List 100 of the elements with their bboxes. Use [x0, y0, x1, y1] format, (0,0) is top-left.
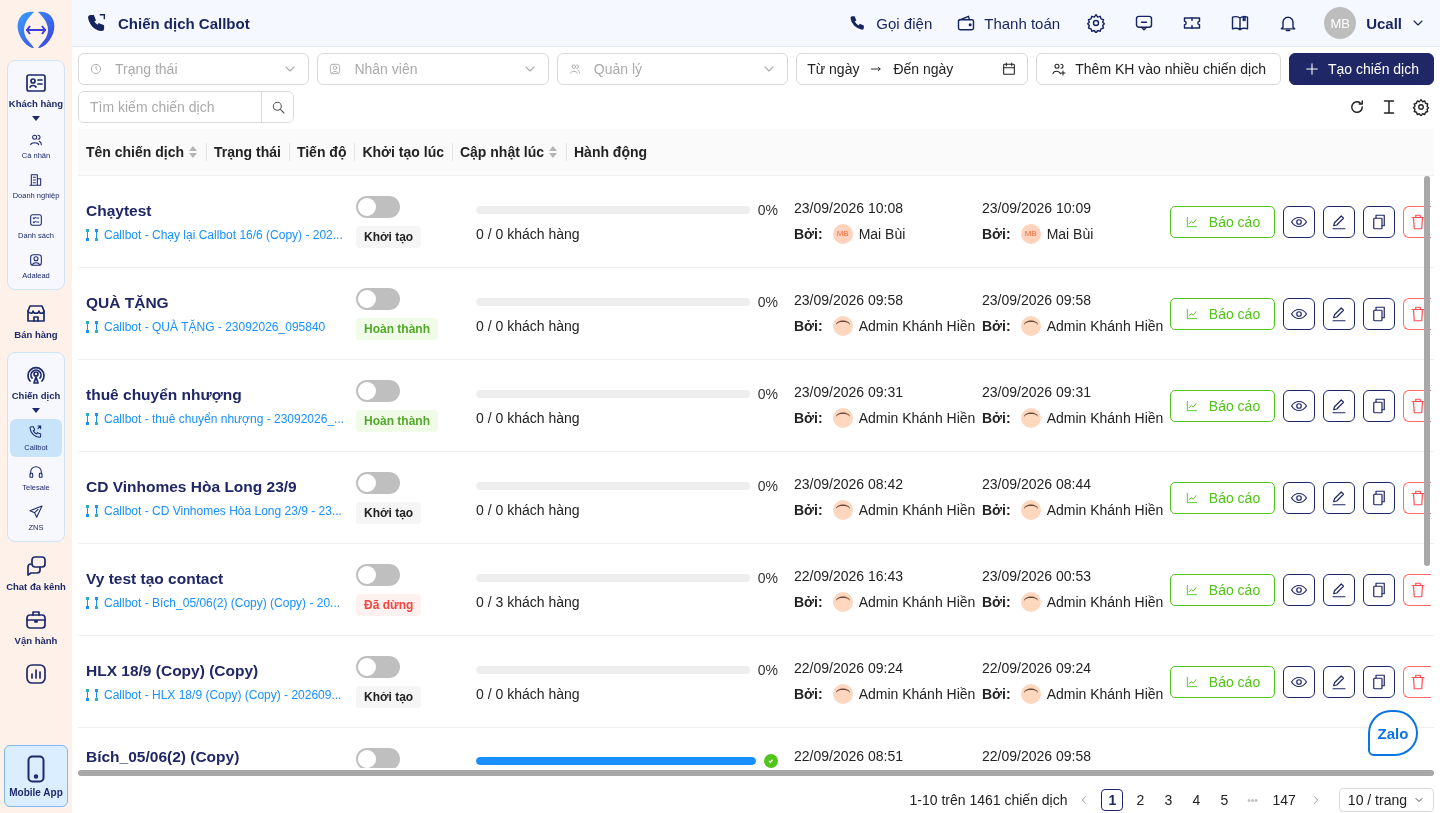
edit-button[interactable]: [1323, 573, 1355, 606]
user-name: Mai Bùi: [1046, 225, 1094, 242]
reload-icon: [1348, 98, 1366, 116]
user-name: Admin Khánh Hiền: [858, 593, 976, 610]
nav-item[interactable]: Chiến dịch: [9, 359, 63, 405]
progress-percent: 0%: [757, 201, 778, 218]
copy-button[interactable]: [1363, 297, 1395, 330]
status-toggle[interactable]: [356, 287, 400, 310]
plus-icon: [1303, 61, 1320, 77]
by-label: Bởi:: [982, 225, 1011, 242]
pagination-summary: 1-10 trên 1461 chiến dịch: [909, 792, 1068, 808]
campaign-name[interactable]: CD Vinhomes Hòa Long 23/9: [86, 477, 340, 496]
column-header: Trạng thái: [214, 144, 281, 160]
campaign-name[interactable]: Vy test tạo contact: [86, 569, 340, 588]
page-button[interactable]: 3: [1157, 789, 1180, 811]
checklist-icon: [28, 212, 44, 228]
customer-count: 0 / 3 khách hàng: [476, 593, 581, 610]
search-field[interactable]: Tìm kiếm chiến dịch: [78, 91, 294, 123]
edit-button[interactable]: [1323, 297, 1355, 330]
updated-time: 23/09/2026 00:53: [982, 567, 1092, 584]
clock-icon: [89, 62, 103, 76]
view-button[interactable]: [1283, 481, 1315, 514]
flow-icon: [86, 228, 98, 241]
customer-count: 0 / 0 khách hàng: [476, 501, 581, 518]
customer-count: 0 / 0 khách hàng: [476, 409, 581, 426]
view-button[interactable]: [1283, 389, 1315, 422]
created-time: 22/09/2026 09:24: [794, 659, 904, 676]
view-button[interactable]: [1283, 205, 1315, 238]
page-button[interactable]: 4: [1185, 789, 1208, 811]
progress-percent: 0%: [757, 477, 778, 494]
user-name: Admin Khánh Hiền: [858, 317, 976, 334]
zalo-chat-button[interactable]: Zalo: [1368, 710, 1418, 756]
flow-icon: [86, 596, 98, 609]
header-link[interactable]: Gọi điện: [848, 13, 933, 33]
page-button[interactable]: 1: [1101, 789, 1124, 811]
copy-button[interactable]: [1363, 481, 1395, 514]
status-tag: Khởi tạo: [356, 501, 422, 524]
campaign-name[interactable]: thuê chuyển nhượng: [86, 385, 340, 404]
status-toggle[interactable]: [356, 563, 400, 586]
edit-button[interactable]: [1323, 481, 1355, 514]
edit-button[interactable]: [1323, 389, 1355, 422]
copy-button[interactable]: [1363, 389, 1395, 422]
copy-icon: [1370, 304, 1388, 323]
view-button[interactable]: [1283, 573, 1315, 606]
edit-icon: [1330, 212, 1348, 231]
mobile-app-button[interactable]: Mobile App: [4, 745, 68, 807]
view-button[interactable]: [1283, 665, 1315, 698]
status-toggle[interactable]: [356, 379, 400, 402]
copy-icon: [1370, 580, 1388, 599]
settings-button[interactable]: [1412, 98, 1430, 116]
updated-time: 23/09/2026 08:44: [982, 475, 1092, 492]
page-size-select[interactable]: 10 / trang: [1338, 788, 1434, 812]
column-header: Tiến độ: [296, 144, 347, 160]
nav-item[interactable]: Vận hành: [9, 604, 63, 650]
delete-button[interactable]: [1403, 665, 1431, 698]
status-toggle[interactable]: [356, 471, 400, 494]
nav-item[interactable]: Bán hàng: [9, 298, 63, 344]
status-toggle[interactable]: [356, 195, 400, 218]
user-name: Admin Khánh Hiền: [1046, 593, 1164, 610]
user-icon: [28, 252, 44, 268]
copy-button[interactable]: [1363, 665, 1395, 698]
user-menu[interactable]: Ucall: [1366, 14, 1426, 32]
search-button[interactable]: [261, 92, 293, 122]
create-campaign-button[interactable]: Tạo chiến dịch: [1288, 53, 1434, 85]
header-link[interactable]: Thanh toán: [956, 13, 1061, 33]
date-range-field[interactable]: Từ ngày Đến ngày: [796, 53, 1029, 85]
briefcase-icon: [24, 608, 48, 632]
column-header: Khởi tạo lúc: [362, 144, 444, 160]
phone-icon: [28, 424, 44, 440]
add-customers-button[interactable]: Thêm KH vào nhiều chiến dịch: [1036, 53, 1281, 85]
progress-percent: 0%: [757, 293, 778, 310]
copy-button[interactable]: [1363, 573, 1395, 606]
status-toggle[interactable]: [356, 655, 400, 678]
campaign-name[interactable]: Bích_05/06(2) (Copy): [86, 748, 340, 766]
delete-icon: [1408, 580, 1427, 599]
delete-icon: [1408, 304, 1427, 323]
edit-icon: [1330, 672, 1348, 691]
customer-count: 0 / 0 khách hàng: [476, 225, 581, 242]
view-button[interactable]: [1283, 297, 1315, 330]
edit-button[interactable]: [1323, 665, 1355, 698]
reload-button[interactable]: [1348, 98, 1366, 116]
by-label: Bởi:: [982, 593, 1011, 610]
copy-button[interactable]: [1363, 205, 1395, 238]
updated-time: 23/09/2026 09:58: [982, 291, 1092, 308]
edit-button[interactable]: [1323, 205, 1355, 238]
campaign-name[interactable]: HLX 18/9 (Copy) (Copy): [86, 661, 340, 680]
page-button[interactable]: 147: [1269, 789, 1299, 811]
updated-time: 22/09/2026 09:58: [982, 748, 1092, 764]
campaign-name[interactable]: Chạytest: [86, 201, 340, 220]
bar-chart-icon: [24, 662, 48, 686]
campaign-name[interactable]: QUÀ TẶNG: [86, 293, 340, 312]
flow-icon: [86, 412, 98, 425]
page-button[interactable]: 5: [1213, 789, 1236, 811]
status-toggle[interactable]: [356, 748, 400, 768]
delete-button[interactable]: [1403, 573, 1431, 606]
created-time: 23/09/2026 08:42: [794, 475, 904, 492]
by-label: Bởi:: [794, 501, 823, 518]
page-button[interactable]: 2: [1129, 789, 1152, 811]
nav-item[interactable]: Khách hàng: [9, 67, 63, 113]
delete-icon: [1408, 672, 1427, 691]
